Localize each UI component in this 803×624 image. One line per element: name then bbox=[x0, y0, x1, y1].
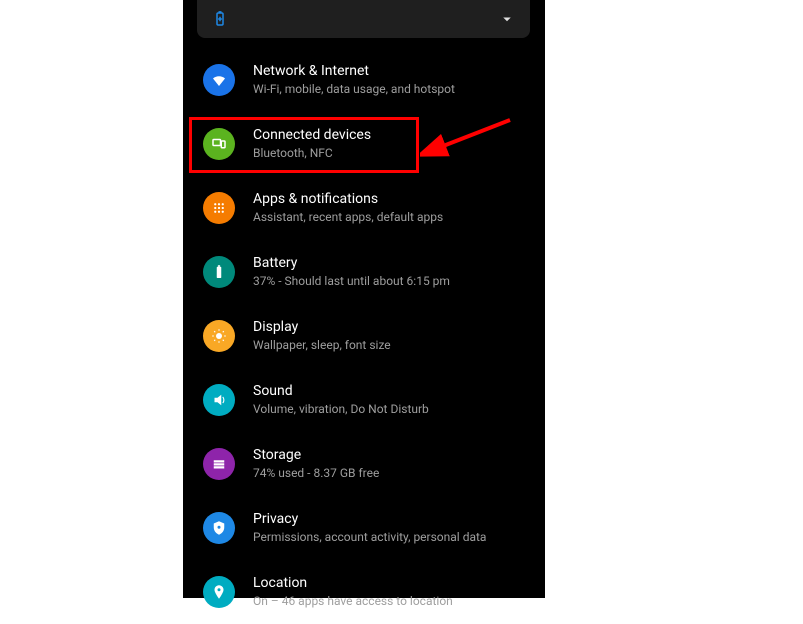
settings-item-network[interactable]: Network & Internet Wi-Fi, mobile, data u… bbox=[183, 48, 545, 112]
settings-item-privacy[interactable]: Privacy Permissions, account activity, p… bbox=[183, 496, 545, 560]
settings-item-subtitle: Wi-Fi, mobile, data usage, and hotspot bbox=[253, 82, 455, 98]
battery-charging-icon bbox=[211, 10, 229, 28]
settings-item-title: Connected devices bbox=[253, 126, 371, 144]
settings-item-subtitle: Volume, vibration, Do Not Disturb bbox=[253, 402, 429, 418]
settings-item-text: Connected devices Bluetooth, NFC bbox=[253, 126, 371, 162]
settings-item-title: Display bbox=[253, 318, 391, 336]
settings-item-title: Location bbox=[253, 574, 453, 592]
apps-icon bbox=[203, 192, 235, 224]
settings-item-title: Sound bbox=[253, 382, 429, 400]
settings-item-text: Apps & notifications Assistant, recent a… bbox=[253, 190, 443, 226]
settings-item-text: Network & Internet Wi-Fi, mobile, data u… bbox=[253, 62, 455, 98]
sound-icon bbox=[203, 384, 235, 416]
settings-item-text: Sound Volume, vibration, Do Not Disturb bbox=[253, 382, 429, 418]
settings-list: Network & Internet Wi-Fi, mobile, data u… bbox=[183, 48, 545, 624]
settings-item-subtitle: On – 46 apps have access to location bbox=[253, 594, 453, 610]
settings-item-battery[interactable]: Battery 37% - Should last until about 6:… bbox=[183, 240, 545, 304]
settings-item-sound[interactable]: Sound Volume, vibration, Do Not Disturb bbox=[183, 368, 545, 432]
settings-item-connected-devices[interactable]: Connected devices Bluetooth, NFC bbox=[183, 112, 545, 176]
settings-item-title: Privacy bbox=[253, 510, 486, 528]
settings-screen: Network & Internet Wi-Fi, mobile, data u… bbox=[183, 0, 545, 598]
settings-item-title: Storage bbox=[253, 446, 379, 464]
wifi-icon bbox=[203, 64, 235, 96]
settings-item-text: Location On – 46 apps have access to loc… bbox=[253, 574, 453, 610]
settings-item-subtitle: Assistant, recent apps, default apps bbox=[253, 210, 443, 226]
privacy-icon bbox=[203, 512, 235, 544]
location-icon bbox=[203, 576, 235, 608]
settings-item-storage[interactable]: Storage 74% used - 8.37 GB free bbox=[183, 432, 545, 496]
settings-item-location[interactable]: Location On – 46 apps have access to loc… bbox=[183, 560, 545, 624]
settings-item-subtitle: Bluetooth, NFC bbox=[253, 146, 371, 162]
settings-item-subtitle: Permissions, account activity, personal … bbox=[253, 530, 486, 546]
settings-item-text: Privacy Permissions, account activity, p… bbox=[253, 510, 486, 546]
settings-item-subtitle: 74% used - 8.37 GB free bbox=[253, 466, 379, 482]
settings-item-title: Apps & notifications bbox=[253, 190, 443, 208]
display-icon bbox=[203, 320, 235, 352]
storage-icon bbox=[203, 448, 235, 480]
settings-item-apps[interactable]: Apps & notifications Assistant, recent a… bbox=[183, 176, 545, 240]
settings-item-text: Battery 37% - Should last until about 6:… bbox=[253, 254, 450, 290]
settings-item-text: Display Wallpaper, sleep, font size bbox=[253, 318, 391, 354]
settings-item-title: Battery bbox=[253, 254, 450, 272]
settings-item-title: Network & Internet bbox=[253, 62, 455, 80]
battery-icon bbox=[203, 256, 235, 288]
settings-item-subtitle: 37% - Should last until about 6:15 pm bbox=[253, 274, 450, 290]
notification-banner[interactable] bbox=[197, 0, 530, 38]
settings-item-subtitle: Wallpaper, sleep, font size bbox=[253, 338, 391, 354]
settings-item-display[interactable]: Display Wallpaper, sleep, font size bbox=[183, 304, 545, 368]
devices-icon bbox=[203, 128, 235, 160]
chevron-down-icon bbox=[498, 10, 516, 28]
settings-item-text: Storage 74% used - 8.37 GB free bbox=[253, 446, 379, 482]
